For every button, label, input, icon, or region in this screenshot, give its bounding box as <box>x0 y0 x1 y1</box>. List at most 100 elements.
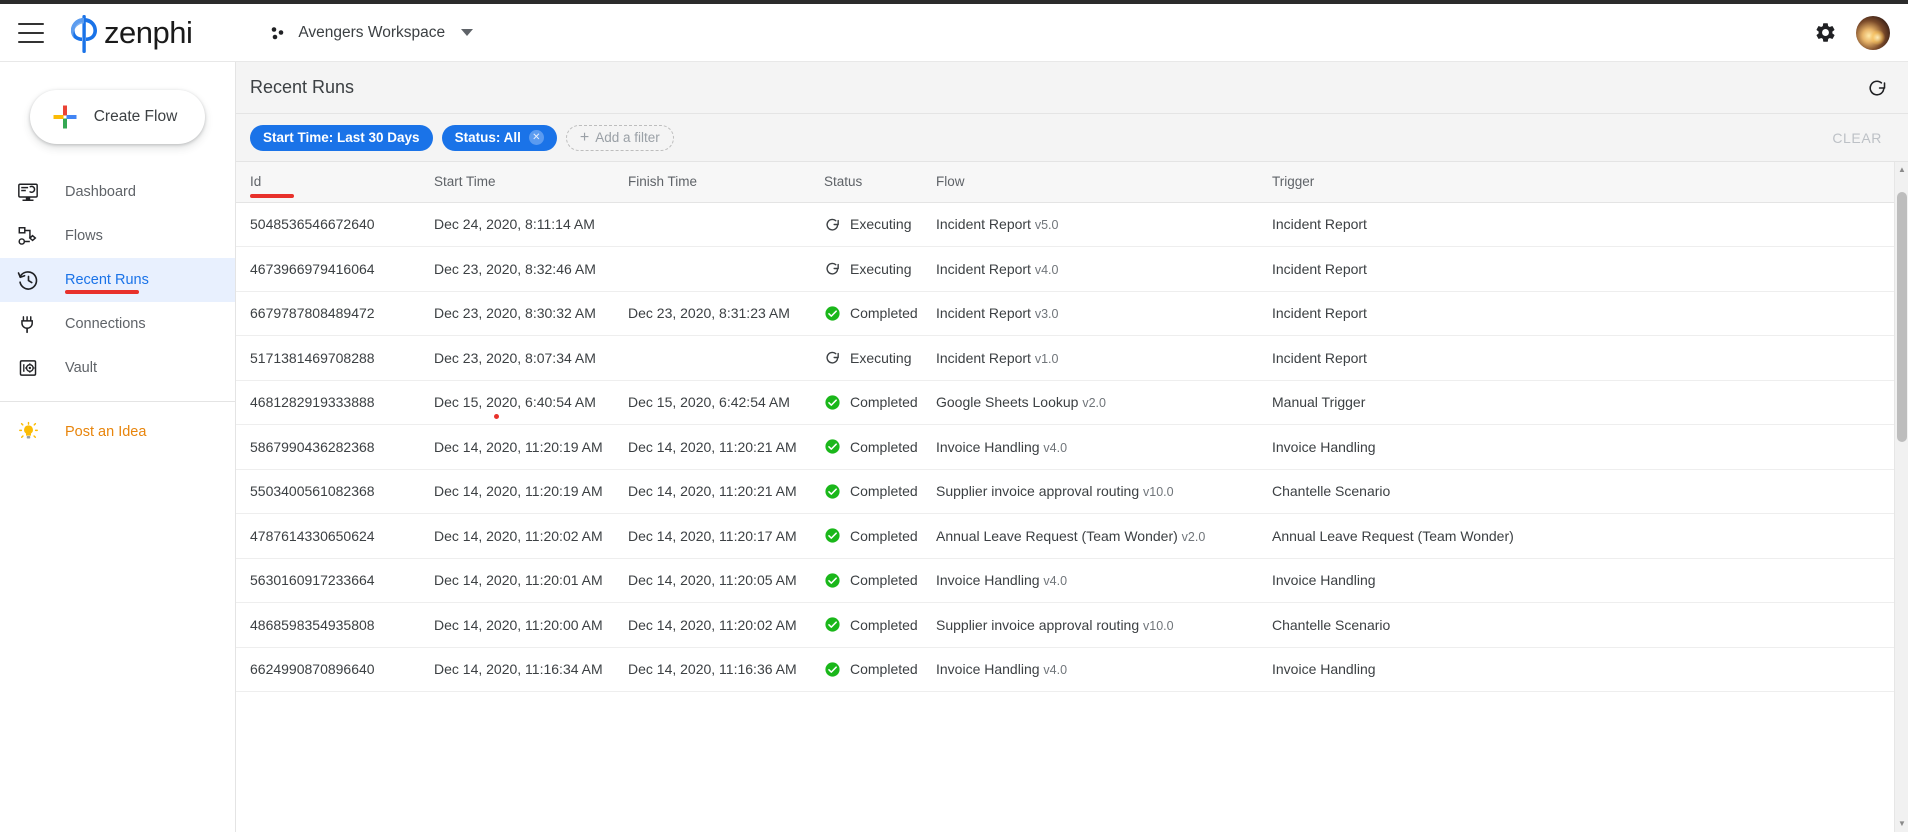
flow-version: v1.0 <box>1034 351 1059 366</box>
red-underline-annotation <box>65 290 139 294</box>
cell-flow: Incident Report v3.0 <box>922 291 1258 336</box>
flow-version: v2.0 <box>1082 396 1106 411</box>
cell-run-id: 4681282919333888 <box>236 380 420 425</box>
column-header-status[interactable]: Status <box>810 162 922 203</box>
cell-status: Completed <box>810 424 922 470</box>
cell-trigger: Invoice Handling <box>1258 424 1908 470</box>
cell-start-time: Dec 14, 2020, 11:20:01 AM <box>420 558 614 603</box>
runs-table: Id Start Time Finish Time Status Flow Tr… <box>236 162 1908 692</box>
cell-finish-time <box>614 202 810 247</box>
plug-icon <box>13 311 43 337</box>
flow-name: Annual Leave Request (Team Wonder) <box>936 527 1178 544</box>
status-label: Executing <box>850 216 912 233</box>
completed-check-icon <box>824 527 841 544</box>
column-label: Id <box>250 174 262 190</box>
add-filter-button[interactable]: + Add a filter <box>565 124 674 151</box>
topbar-actions <box>1812 4 1890 61</box>
chevron-down-icon[interactable] <box>461 29 474 36</box>
flow-name: Incident Report <box>936 216 1031 233</box>
column-header-finish-time[interactable]: Finish Time <box>614 162 810 203</box>
sidebar-item-post-an-idea[interactable]: Post an Idea <box>0 410 235 454</box>
column-header-start-time[interactable]: Start Time <box>420 162 614 203</box>
cell-start-time: Dec 14, 2020, 11:16:34 AM <box>420 647 614 692</box>
gear-icon[interactable] <box>1812 20 1838 46</box>
completed-check-icon <box>824 572 841 589</box>
red-dot-annotation <box>494 414 499 419</box>
avatar[interactable] <box>1856 15 1890 50</box>
table-row[interactable]: 5503400561082368 Dec 14, 2020, 11:20:19 A… <box>236 469 1908 514</box>
zenphi-logo[interactable]: zenphi <box>66 13 193 53</box>
status-label: Completed <box>850 572 918 589</box>
flow-name: Incident Report <box>936 305 1031 322</box>
column-header-id[interactable]: Id <box>236 162 420 203</box>
status-label: Executing <box>850 349 912 366</box>
cell-run-id: 4868598354935808 <box>236 602 420 648</box>
cell-trigger: Incident Report <box>1258 246 1908 292</box>
sidebar-item-flows[interactable]: Flows <box>0 214 235 258</box>
table-body: 5048536546672640 Dec 24, 2020, 8:11:14 AM… <box>236 202 1908 692</box>
table-row[interactable]: 5171381469708288 Dec 23, 2020, 8:07:34 AM… <box>236 335 1908 381</box>
vertical-scrollbar[interactable]: ▲ ▼ <box>1894 162 1908 832</box>
cell-start-time: Dec 23, 2020, 8:07:34 AM <box>420 335 614 381</box>
table-row[interactable]: 6624990870896640 Dec 14, 2020, 11:16:34 A… <box>236 647 1908 692</box>
table-row[interactable]: 5048536546672640 Dec 24, 2020, 8:11:14 AM… <box>236 202 1908 247</box>
plus-icon <box>52 104 78 130</box>
cell-flow: Annual Leave Request (Team Wonder) v2.0 <box>922 513 1258 559</box>
completed-check-icon <box>824 394 841 411</box>
close-icon[interactable]: ✕ <box>528 130 544 145</box>
refresh-icon[interactable] <box>1864 75 1890 101</box>
cell-finish-time: Dec 23, 2020, 8:31:23 AM <box>614 291 810 336</box>
cell-status: Executing <box>810 246 922 292</box>
scroll-down-arrow-icon[interactable]: ▼ <box>1898 820 1906 828</box>
filter-chip-status[interactable]: Status: All ✕ <box>441 124 557 151</box>
table-row[interactable]: 5867990436282368 Dec 14, 2020, 11:20:19 A… <box>236 424 1908 470</box>
filter-chip-start-time[interactable]: Start Time: Last 30 Days <box>250 124 433 151</box>
sidebar-item-label: Connections <box>65 316 146 332</box>
cell-finish-time <box>614 246 810 292</box>
table-row[interactable]: 6679787808489472 Dec 23, 2020, 8:30:32 AM… <box>236 291 1908 336</box>
status-label: Completed <box>850 305 918 322</box>
table-row[interactable]: 4673966979416064 Dec 23, 2020, 8:32:46 AM… <box>236 246 1908 292</box>
flow-version: v4.0 <box>1043 663 1068 678</box>
create-flow-container: Create Flow <box>0 76 235 166</box>
cell-start-time: Dec 14, 2020, 11:20:00 AM <box>420 602 614 648</box>
sidebar-item-dashboard[interactable]: Dashboard <box>0 170 235 214</box>
cell-flow: Invoice Handling v4.0 <box>922 424 1258 470</box>
hamburger-icon[interactable] <box>18 22 44 43</box>
sidebar-item-vault[interactable]: Vault <box>0 346 235 390</box>
clear-filters-button[interactable]: CLEAR <box>1832 130 1882 146</box>
scroll-up-arrow-icon[interactable]: ▲ <box>1898 166 1906 174</box>
plus-icon: + <box>579 128 590 146</box>
cell-finish-time: Dec 14, 2020, 11:20:05 AM <box>614 558 810 603</box>
column-header-flow[interactable]: Flow <box>922 162 1258 203</box>
brand-name: zenphi <box>104 15 193 50</box>
cell-status: Completed <box>810 380 922 425</box>
cell-run-id: 6624990870896640 <box>236 647 420 692</box>
flow-version: v10.0 <box>1143 485 1174 500</box>
scrollbar-thumb[interactable] <box>1897 192 1907 442</box>
table-row[interactable]: 4868598354935808 Dec 14, 2020, 11:20:00 A… <box>236 602 1908 648</box>
sidebar-item-connections[interactable]: Connections <box>0 302 235 346</box>
workspace-selector[interactable]: Avengers Workspace <box>268 23 474 43</box>
cell-finish-time: Dec 14, 2020, 11:20:02 AM <box>614 602 810 648</box>
cell-trigger: Annual Leave Request (Team Wonder) <box>1258 513 1908 559</box>
table-row[interactable]: 4787614330650624 Dec 14, 2020, 11:20:02 A… <box>236 513 1908 559</box>
cell-start-time: Dec 14, 2020, 11:20:19 AM <box>420 469 614 514</box>
flow-version: v4.0 <box>1043 574 1068 589</box>
page-title: Recent Runs <box>250 77 355 97</box>
add-filter-label: Add a filter <box>595 130 660 145</box>
cell-start-time: Dec 14, 2020, 11:20:19 AM <box>420 424 614 470</box>
status-label: Completed <box>850 527 918 544</box>
sidebar-item-label: Post an Idea <box>65 424 147 440</box>
completed-check-icon <box>824 305 841 322</box>
cell-trigger: Incident Report <box>1258 291 1908 336</box>
cell-run-id: 4673966979416064 <box>236 246 420 292</box>
table-row[interactable]: 5630160917233664 Dec 14, 2020, 11:20:01 A… <box>236 558 1908 603</box>
column-header-trigger[interactable]: Trigger <box>1258 162 1908 203</box>
cell-run-id: 5171381469708288 <box>236 335 420 381</box>
table-row[interactable]: 4681282919333888 Dec 15, 2020, 6:40:54 AM… <box>236 380 1908 425</box>
table-header: Id Start Time Finish Time Status Flow Tr… <box>236 162 1908 203</box>
sidebar-item-recent-runs[interactable]: Recent Runs <box>0 258 235 302</box>
flow-name: Incident Report <box>936 260 1031 277</box>
create-flow-button[interactable]: Create Flow <box>29 90 206 144</box>
